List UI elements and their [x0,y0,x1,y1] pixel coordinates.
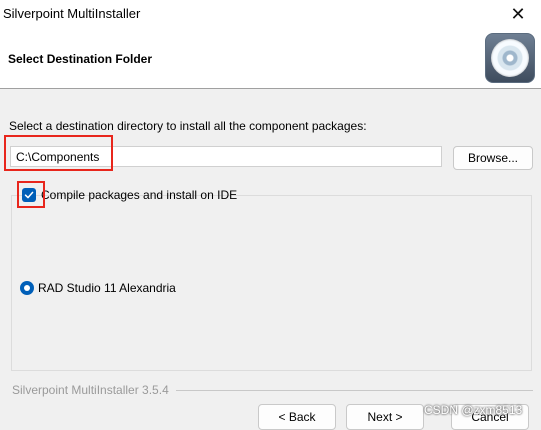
checkmark-icon [24,191,34,199]
page-title: Select Destination Folder [8,52,153,66]
radio-selected-dot [24,285,30,291]
version-label: Silverpoint MultiInstaller 3.5.4 [12,383,169,397]
browse-button[interactable]: Browse... [453,146,533,170]
wizard-header: Select Destination Folder [0,28,541,89]
close-icon: ✕ [510,4,526,24]
next-button[interactable]: Next > [346,404,424,430]
compile-option-row[interactable]: Compile packages and install on IDE [22,187,237,203]
destination-path-input[interactable] [10,146,442,167]
footer-divider [176,390,533,391]
cancel-button[interactable]: Cancel [451,404,529,430]
title-bar: Silverpoint MultiInstaller ✕ [0,0,541,28]
close-button[interactable]: ✕ [495,0,541,28]
ide-radio-label: RAD Studio 11 Alexandria [38,281,176,295]
compile-checkbox[interactable] [22,188,36,202]
window-title: Silverpoint MultiInstaller [3,6,141,21]
back-button[interactable]: < Back [258,404,336,430]
cd-disc-graphic [491,39,529,77]
ide-radio-button[interactable] [20,281,34,295]
cd-disc-icon [485,33,535,83]
compile-checkbox-label: Compile packages and install on IDE [41,188,238,202]
destination-label: Select a destination directory to instal… [9,119,367,133]
